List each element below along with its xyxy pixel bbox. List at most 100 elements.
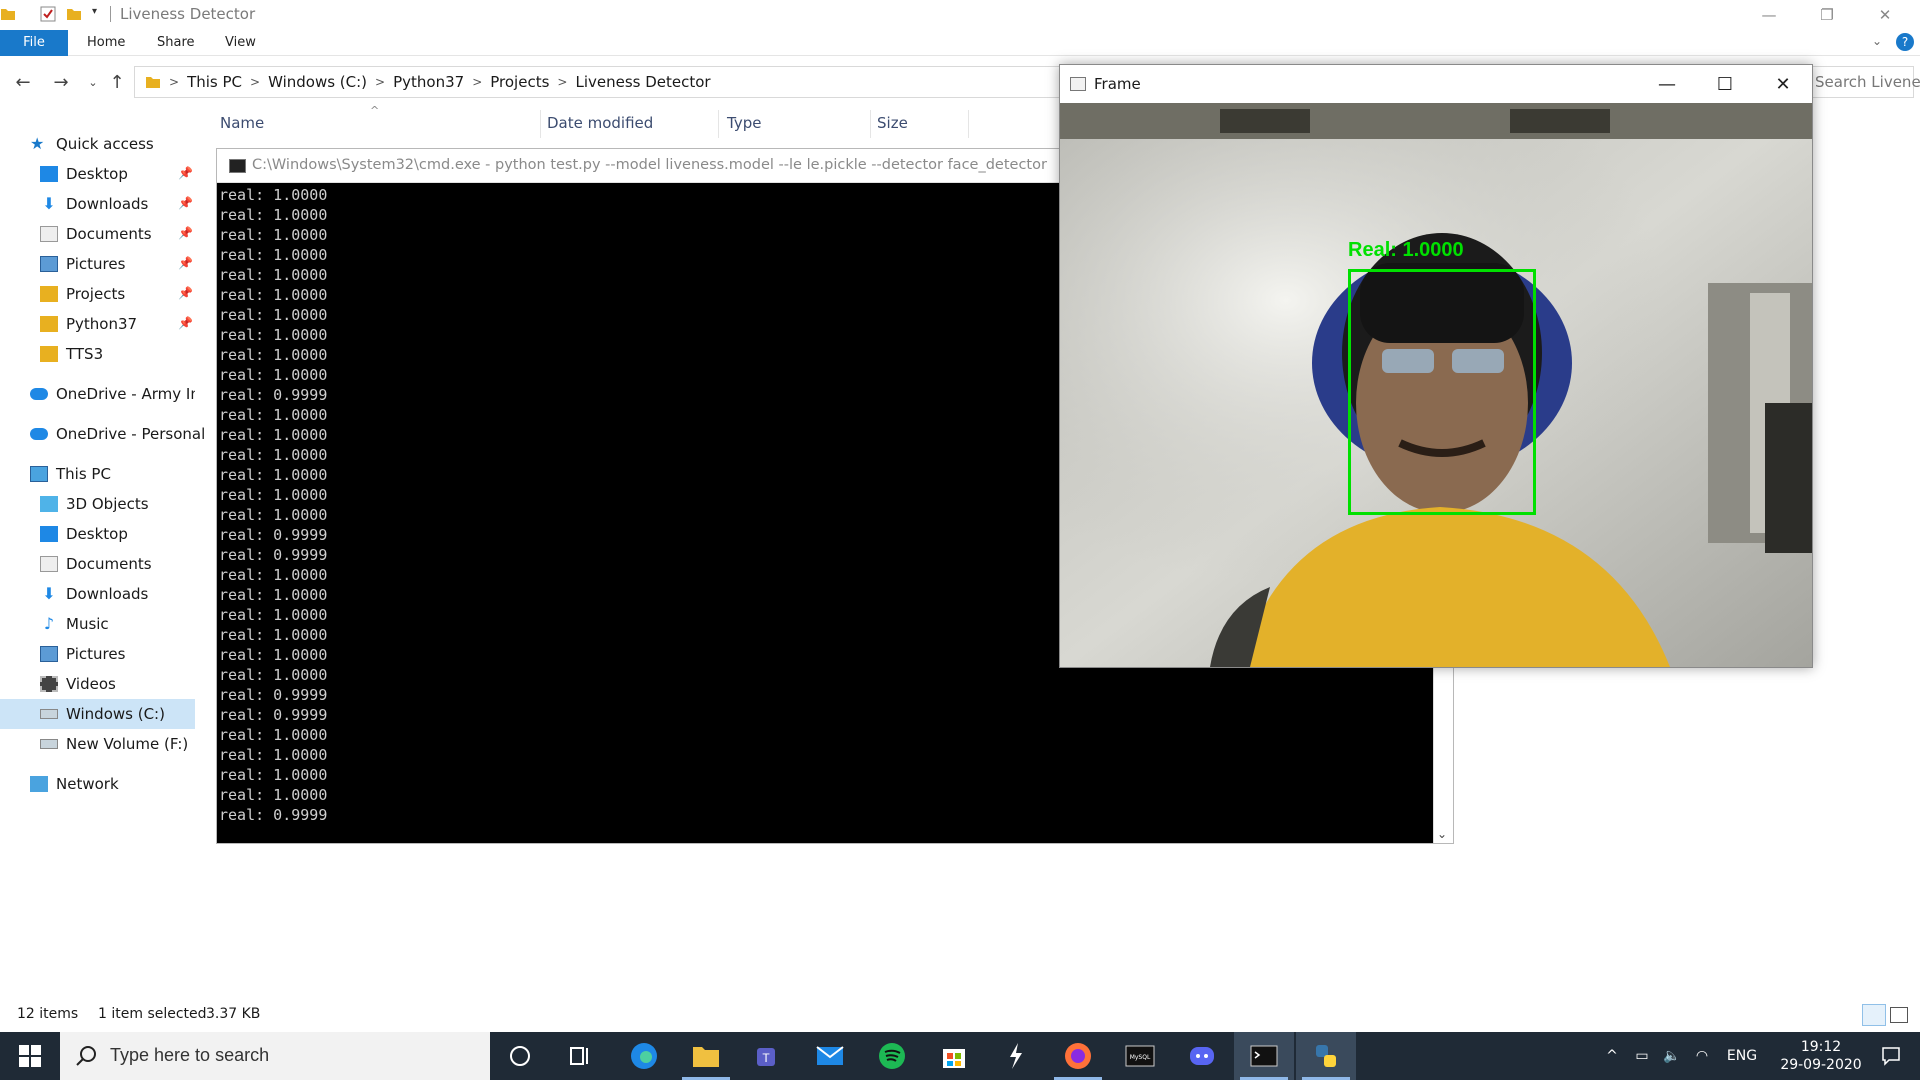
column-divider[interactable]	[870, 110, 871, 138]
firefox-icon[interactable]	[1048, 1032, 1108, 1080]
column-date-modified[interactable]: Date modified	[547, 114, 653, 132]
sidebar-item-desktop-pc[interactable]: Desktop	[40, 521, 128, 547]
spotify-icon[interactable]	[862, 1032, 922, 1080]
new-folder-icon[interactable]	[66, 6, 82, 22]
frame-title: Frame	[1094, 75, 1141, 93]
sidebar-item-music[interactable]: ♪ Music	[40, 611, 109, 637]
breadcrumb-this-pc[interactable]: This PC	[187, 73, 242, 91]
sidebar-item-label: Pictures	[66, 645, 126, 663]
folder-icon	[1, 9, 15, 20]
tab-file[interactable]: File	[0, 30, 68, 56]
customize-toolbar-icon[interactable]: ▾	[92, 6, 108, 22]
column-name[interactable]: Name	[220, 114, 264, 132]
desktop-icon	[40, 526, 58, 542]
discord-icon[interactable]	[1172, 1032, 1232, 1080]
cortana-icon[interactable]	[490, 1032, 550, 1080]
breadcrumb-liveness-detector[interactable]: Liveness Detector	[575, 73, 710, 91]
sidebar-item-windows-c[interactable]: Windows (C:)	[0, 699, 195, 729]
edge-icon[interactable]	[614, 1032, 674, 1080]
frame-window[interactable]: Frame — ☐ ✕ Real: 1.0000	[1059, 64, 1813, 668]
restore-button[interactable]: ❐	[1798, 0, 1856, 30]
sidebar-item-quick-access[interactable]: ★ Quick access	[30, 131, 154, 157]
sidebar-item-network[interactable]: Network	[30, 771, 119, 797]
large-icons-view-icon[interactable]	[1890, 1007, 1908, 1023]
task-view-icon[interactable]	[550, 1032, 610, 1080]
sidebar-item-downloads[interactable]: ⬇ Downloads	[40, 191, 148, 217]
tab-share[interactable]: Share	[157, 30, 195, 56]
sidebar-item-videos[interactable]: Videos	[40, 671, 116, 697]
help-icon[interactable]: ?	[1896, 33, 1914, 51]
download-arrow-icon: ⬇	[42, 584, 56, 603]
mysql-icon[interactable]: MySQL	[1110, 1032, 1170, 1080]
store-icon[interactable]	[924, 1032, 984, 1080]
column-size[interactable]: Size	[877, 114, 908, 132]
search-icon	[76, 1046, 96, 1066]
frame-close-button[interactable]: ✕	[1754, 65, 1812, 103]
terminal-icon[interactable]	[1234, 1032, 1294, 1080]
sidebar-item-documents[interactable]: Documents	[40, 221, 152, 247]
breadcrumb: > This PC > Windows (C:) > Python37 > Pr…	[145, 73, 719, 91]
show-hidden-icons-chevron-icon[interactable]: ^	[1600, 1032, 1624, 1080]
back-arrow-icon[interactable]: ←	[10, 69, 36, 95]
sidebar-item-onedrive-personal[interactable]: OneDrive - Personal	[30, 421, 205, 447]
frame-maximize-button[interactable]: ☐	[1696, 65, 1754, 103]
pin-icon[interactable]: 📌	[178, 196, 193, 210]
frame-minimize-button[interactable]: —	[1638, 65, 1696, 103]
sidebar-item-label: Quick access	[56, 135, 154, 153]
file-explorer-icon[interactable]	[676, 1032, 736, 1080]
breadcrumb-projects[interactable]: Projects	[490, 73, 549, 91]
volume-icon[interactable]: 🔈	[1658, 1032, 1686, 1080]
sidebar-item-new-volume[interactable]: New Volume (F:)	[40, 731, 188, 757]
pin-icon[interactable]: 📌	[178, 166, 193, 180]
sidebar-item-3d-objects[interactable]: 3D Objects	[40, 491, 149, 517]
ribbon: File Home Share View ⌄ ?	[0, 30, 1920, 56]
forward-arrow-icon[interactable]: →	[48, 69, 74, 95]
pin-icon[interactable]: 📌	[178, 316, 193, 330]
recent-locations-icon[interactable]: ⌄	[80, 69, 106, 95]
clock[interactable]: 19:12 29-09-2020	[1766, 1032, 1876, 1080]
breadcrumb-windows-c[interactable]: Windows (C:)	[268, 73, 367, 91]
sidebar-item-projects[interactable]: Projects	[40, 281, 125, 307]
language-indicator[interactable]: ENG	[1722, 1032, 1762, 1080]
sublime-icon[interactable]	[986, 1032, 1046, 1080]
sidebar-item-python37[interactable]: Python37	[40, 311, 137, 337]
sidebar-item-tts3[interactable]: TTS3	[40, 341, 103, 367]
start-button[interactable]	[0, 1032, 60, 1080]
python-icon[interactable]	[1296, 1032, 1356, 1080]
search-input[interactable]: Search Liveness De...	[1815, 73, 1920, 91]
sidebar-item-onedrive-army[interactable]: OneDrive - Army Insti	[30, 381, 195, 407]
column-divider[interactable]	[540, 110, 541, 138]
column-type[interactable]: Type	[727, 114, 761, 132]
title-bar: ▾ Liveness Detector — ❐ ✕	[0, 0, 1920, 30]
taskbar-search[interactable]: Type here to search	[60, 1032, 490, 1080]
sidebar-item-pictures-pc[interactable]: Pictures	[40, 641, 125, 667]
wifi-icon[interactable]: ◠	[1688, 1032, 1716, 1080]
column-divider[interactable]	[718, 110, 719, 138]
sidebar-item-downloads-pc[interactable]: ⬇ Downloads	[40, 581, 148, 607]
breadcrumb-python37[interactable]: Python37	[393, 73, 464, 91]
minimize-button[interactable]: —	[1740, 0, 1798, 30]
sidebar-item-documents-pc[interactable]: Documents	[40, 551, 152, 577]
pin-icon[interactable]: 📌	[178, 256, 193, 270]
teams-icon[interactable]: T	[738, 1032, 798, 1080]
notification-icon[interactable]	[1866, 1032, 1916, 1080]
close-button[interactable]: ✕	[1856, 0, 1914, 30]
sidebar-item-pictures[interactable]: Pictures	[40, 251, 125, 277]
properties-icon[interactable]	[40, 6, 56, 22]
sidebar-item-label: This PC	[56, 465, 111, 483]
sidebar-item-desktop[interactable]: Desktop	[40, 161, 128, 187]
sidebar-item-this-pc[interactable]: This PC	[30, 461, 111, 487]
download-arrow-icon: ⬇	[42, 194, 56, 213]
scroll-down-arrow-icon[interactable]: ⌄	[1437, 827, 1447, 841]
battery-icon[interactable]: ▭	[1628, 1032, 1656, 1080]
pin-icon[interactable]: 📌	[178, 226, 193, 240]
column-divider[interactable]	[968, 110, 969, 138]
tab-view[interactable]: View	[225, 30, 256, 56]
tab-home[interactable]: Home	[87, 30, 125, 56]
up-arrow-icon[interactable]: ↑	[104, 69, 130, 95]
face-bounding-box	[1348, 269, 1536, 515]
expand-ribbon-icon[interactable]: ⌄	[1872, 34, 1882, 48]
mail-icon[interactable]	[800, 1032, 860, 1080]
details-view-icon[interactable]	[1862, 1004, 1886, 1026]
pin-icon[interactable]: 📌	[178, 286, 193, 300]
